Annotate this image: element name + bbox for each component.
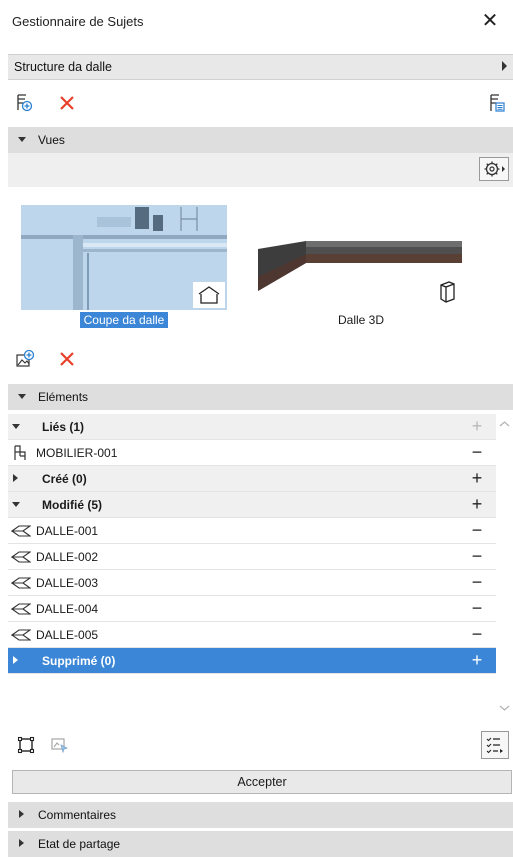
chevron-right-icon: [19, 839, 24, 847]
group-deleted-label: Supprimé (0): [42, 654, 116, 668]
select-elements-button[interactable]: [14, 733, 38, 757]
highlight-elements-button[interactable]: [48, 733, 72, 757]
accept-button[interactable]: Accepter: [12, 770, 512, 794]
elements-section-header[interactable]: Eléments: [8, 384, 513, 410]
chevron-right-icon: [502, 61, 507, 71]
comments-section-label: Commentaires: [38, 808, 117, 822]
chevron-down-icon[interactable]: [499, 704, 510, 712]
element-label: DALLE-001: [36, 524, 99, 538]
comments-section-header[interactable]: Commentaires: [8, 802, 513, 828]
views-toolbar: [8, 153, 513, 187]
chevron-down-icon: [18, 137, 26, 142]
elements-toolbar: [8, 726, 513, 764]
chevron-down-icon: [12, 424, 20, 429]
chevron-right-icon: [13, 474, 18, 482]
title-bar: Gestionnaire de Sujets ✕: [0, 0, 513, 44]
remove-view-button[interactable]: [55, 347, 79, 371]
sharing-section-header[interactable]: Etat de partage: [8, 831, 513, 857]
add-deleted-button[interactable]: +: [467, 649, 487, 671]
slab-icon: [11, 525, 31, 537]
3d-box-icon: [434, 280, 460, 304]
close-icon[interactable]: ✕: [475, 6, 505, 36]
add-view-button[interactable]: [13, 347, 37, 371]
subject-list-icon: [490, 94, 505, 112]
checklist-icon: [486, 737, 503, 754]
elements-section-label: Eléments: [38, 390, 89, 404]
delete-subject-button[interactable]: [55, 91, 79, 115]
view-caption-3d[interactable]: Dalle 3D: [256, 313, 466, 327]
remove-element-button[interactable]: −: [467, 441, 487, 463]
element-label: DALLE-004: [36, 602, 99, 616]
remove-element-button[interactable]: −: [467, 597, 487, 619]
view-thumbnail-section[interactable]: [21, 205, 227, 310]
chevron-right-icon: [19, 810, 24, 818]
remove-element-button[interactable]: −: [467, 545, 487, 567]
chevron-down-icon: [12, 502, 20, 507]
remove-element-button[interactable]: −: [467, 623, 487, 645]
elements-scrollbar[interactable]: [496, 414, 513, 719]
element-options-button[interactable]: [481, 731, 509, 759]
highlight-icon: [51, 738, 69, 754]
window-title: Gestionnaire de Sujets: [12, 14, 144, 29]
slab-icon: [11, 551, 31, 563]
remove-element-button[interactable]: −: [467, 519, 487, 541]
slab-icon: [11, 629, 31, 641]
view-caption-section[interactable]: Coupe da dalle: [79, 312, 169, 328]
slab-icon: [11, 577, 31, 589]
delete-icon: [60, 352, 74, 366]
element-row[interactable]: DALLE-001 −: [8, 518, 496, 544]
subject-selector[interactable]: Structure da dalle: [8, 54, 513, 80]
group-modified-label: Modifié (5): [42, 498, 102, 512]
element-row[interactable]: DALLE-005 −: [8, 622, 496, 648]
element-label: DALLE-002: [36, 550, 99, 564]
add-subject-icon: [17, 94, 33, 112]
view-settings-button[interactable]: [479, 157, 509, 181]
slab-icon: [11, 603, 31, 615]
add-created-button[interactable]: +: [467, 467, 487, 489]
element-label: DALLE-005: [36, 628, 99, 642]
element-row[interactable]: DALLE-003 −: [8, 570, 496, 596]
element-label: DALLE-003: [36, 576, 99, 590]
group-linked[interactable]: Liés (1) +: [8, 414, 496, 440]
element-row[interactable]: MOBILIER-001 −: [8, 440, 496, 466]
subject-properties-button[interactable]: [485, 91, 509, 115]
remove-element-button[interactable]: −: [467, 571, 487, 593]
group-deleted[interactable]: Supprimé (0) +: [8, 648, 496, 674]
views-section-header[interactable]: Vues: [8, 127, 513, 153]
group-modified[interactable]: Modifié (5) +: [8, 492, 496, 518]
views-area: Coupe da dalle Dalle 3D: [8, 187, 513, 342]
element-row[interactable]: DALLE-002 −: [8, 544, 496, 570]
add-view-icon: [16, 349, 35, 367]
element-row[interactable]: DALLE-004 −: [8, 596, 496, 622]
add-linked-button[interactable]: +: [467, 415, 487, 437]
delete-icon: [60, 96, 74, 110]
views-section-label: Vues: [38, 133, 65, 147]
element-label: MOBILIER-001: [36, 446, 118, 460]
section-view-icon: [193, 282, 225, 308]
view-caption-wrap: Coupe da dalle: [21, 312, 227, 328]
new-subject-button[interactable]: [13, 91, 37, 115]
gear-icon: [484, 161, 505, 177]
chevron-down-icon: [18, 394, 26, 399]
view-thumbnail-3d[interactable]: [256, 205, 466, 310]
group-linked-label: Liés (1): [42, 420, 85, 434]
furniture-icon: [14, 445, 26, 460]
group-created-label: Créé (0): [42, 472, 87, 486]
sharing-section-label: Etat de partage: [38, 837, 121, 851]
subject-name: Structure da dalle: [14, 60, 112, 74]
add-modified-button[interactable]: +: [467, 493, 487, 515]
select-frame-icon: [17, 736, 35, 754]
group-created[interactable]: Créé (0) +: [8, 466, 496, 492]
chevron-right-icon: [13, 656, 18, 664]
chevron-up-icon[interactable]: [499, 420, 510, 428]
